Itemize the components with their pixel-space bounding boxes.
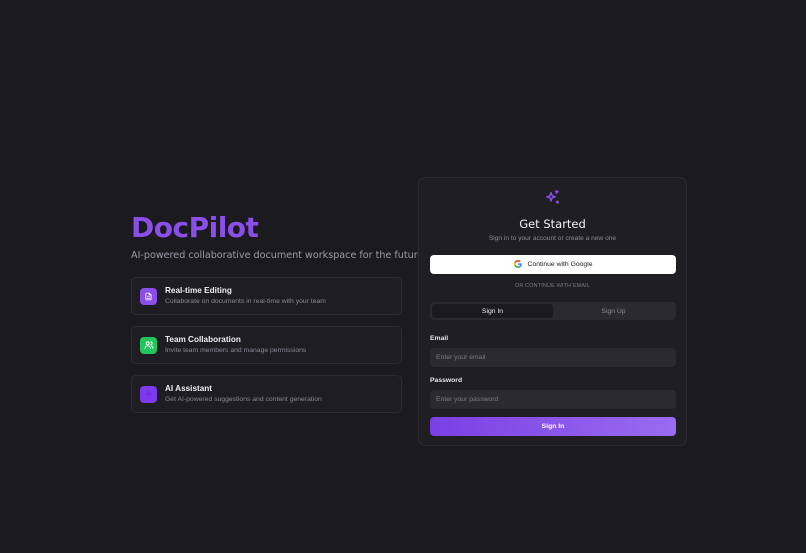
app-tagline: AI-powered collaborative document worksp… <box>131 250 424 261</box>
feature-description: Invite team members and manage permissio… <box>165 347 307 354</box>
tab-sign-up[interactable]: Sign Up <box>553 304 674 318</box>
sparkles-icon <box>544 189 561 211</box>
auth-subtitle: Sign in to your account or create a new … <box>488 235 617 242</box>
google-icon <box>513 259 522 270</box>
app-logo-text: DocPilot <box>131 211 259 244</box>
feature-title: AI Assistant <box>165 384 213 393</box>
branding-panel: DocPilot AI-powered collaborative docume… <box>131 211 424 424</box>
sparkle-icon <box>140 385 157 403</box>
feature-title: Real-time Editing <box>165 286 232 295</box>
users-icon <box>140 336 157 354</box>
feature-card-realtime-editing: Real-time Editing Collaborate on documen… <box>131 277 402 315</box>
google-button-label: Continue with Google <box>527 261 593 268</box>
auth-tabs: Sign In Sign Up <box>430 302 676 320</box>
feature-description: Collaborate on documents in real-time wi… <box>165 298 326 305</box>
continue-with-google-button[interactable]: Continue with Google <box>430 255 676 274</box>
sign-in-button[interactable]: Sign In <box>430 417 676 436</box>
email-field[interactable] <box>430 348 676 367</box>
divider-text: OR CONTINUE WITH EMAIL <box>514 283 591 289</box>
password-label: Password <box>430 377 463 384</box>
password-field[interactable] <box>430 390 676 409</box>
auth-title: Get Started <box>519 217 586 231</box>
auth-card: Get Started Sign in to your account or c… <box>418 177 687 446</box>
feature-list: Real-time Editing Collaborate on documen… <box>131 277 402 413</box>
feature-card-ai-assistant: AI Assistant Get AI-powered suggestions … <box>131 375 402 413</box>
feature-title: Team Collaboration <box>165 335 241 344</box>
tab-sign-in[interactable]: Sign In <box>432 304 553 318</box>
email-label: Email <box>430 335 449 342</box>
feature-description: Get AI-powered suggestions and content g… <box>165 396 322 403</box>
document-icon <box>140 287 157 305</box>
feature-card-team-collaboration: Team Collaboration Invite team members a… <box>131 326 402 364</box>
